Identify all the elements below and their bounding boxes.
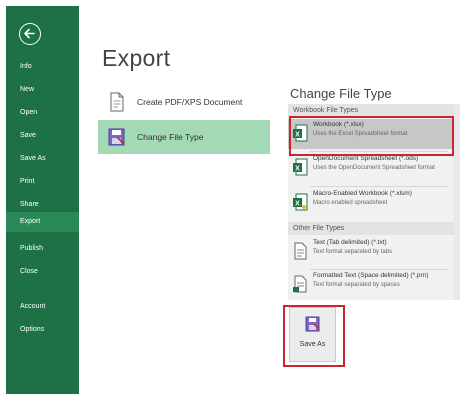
excel-file-icon: X bbox=[292, 158, 308, 181]
file-type-name: Formatted Text (Space delimited) (*.prn) bbox=[313, 272, 429, 279]
file-type-name: Macro-Enabled Workbook (*.xlsm) bbox=[313, 190, 412, 197]
sidebar-item-publish[interactable]: Publish bbox=[6, 239, 79, 259]
sidebar-item-save-as[interactable]: Save As bbox=[6, 149, 79, 169]
file-types-scrollbar[interactable] bbox=[454, 104, 460, 300]
sidebar-item-options[interactable]: Options bbox=[6, 320, 79, 340]
page-title: Export bbox=[102, 45, 171, 71]
sidebar-item-save[interactable]: Save bbox=[6, 126, 79, 146]
sidebar-item-new[interactable]: New bbox=[6, 80, 79, 100]
excel-backstage-window: Info New Open Save Save As Print Share E… bbox=[0, 0, 460, 400]
file-type-txt[interactable]: Text (Tab delimited) (*.txt) Text format… bbox=[288, 237, 454, 267]
file-type-name: OpenDocument Spreadsheet (*.ods) bbox=[313, 155, 419, 162]
file-type-xlsm[interactable]: X Macro-Enabled Workbook (*.xlsm) Macro … bbox=[288, 188, 454, 218]
red-highlight-save-as bbox=[283, 305, 345, 367]
red-highlight-workbook bbox=[289, 116, 454, 156]
file-type-ods[interactable]: X OpenDocument Spreadsheet (*.ods) Uses … bbox=[288, 153, 454, 183]
change-file-type-label: Change File Type bbox=[137, 132, 204, 142]
svg-text:X: X bbox=[295, 165, 300, 172]
change-file-type-icon bbox=[107, 127, 127, 152]
file-type-description: Text format separated by tabs bbox=[313, 249, 393, 255]
back-arrow-icon bbox=[24, 28, 35, 39]
file-type-description: Macro enabled spreadsheet bbox=[313, 200, 388, 206]
file-type-prn[interactable]: Formatted Text (Space delimited) (*.prn)… bbox=[288, 270, 454, 300]
sidebar-item-account[interactable]: Account bbox=[6, 297, 79, 317]
sidebar-item-info[interactable]: Info bbox=[6, 57, 79, 77]
sidebar-item-open[interactable]: Open bbox=[6, 103, 79, 123]
create-pdf-xps-label: Create PDF/XPS Document bbox=[137, 97, 243, 107]
change-file-type-heading: Change File Type bbox=[290, 86, 392, 101]
formatted-text-file-icon bbox=[292, 275, 308, 298]
back-button[interactable] bbox=[19, 23, 41, 45]
change-file-type-option[interactable]: Change File Type bbox=[98, 120, 270, 154]
sidebar-item-close[interactable]: Close bbox=[6, 262, 79, 282]
other-file-types-header: Other File Types bbox=[288, 222, 454, 235]
create-pdf-xps-option[interactable]: Create PDF/XPS Document bbox=[98, 85, 270, 119]
pdf-document-icon bbox=[107, 92, 127, 117]
divider bbox=[310, 186, 448, 187]
svg-text:X: X bbox=[295, 200, 300, 207]
backstage-sidebar: Info New Open Save Save As Print Share E… bbox=[6, 6, 79, 394]
file-type-description: Uses the OpenDocument Spreadsheet format bbox=[313, 165, 435, 171]
sidebar-item-print[interactable]: Print bbox=[6, 172, 79, 192]
text-file-icon bbox=[292, 242, 308, 265]
excel-macro-file-icon: X bbox=[292, 193, 308, 216]
sidebar-item-export[interactable]: Export bbox=[6, 212, 79, 232]
file-type-description: Text format separated by spaces bbox=[313, 282, 400, 288]
file-type-name: Text (Tab delimited) (*.txt) bbox=[313, 239, 387, 246]
